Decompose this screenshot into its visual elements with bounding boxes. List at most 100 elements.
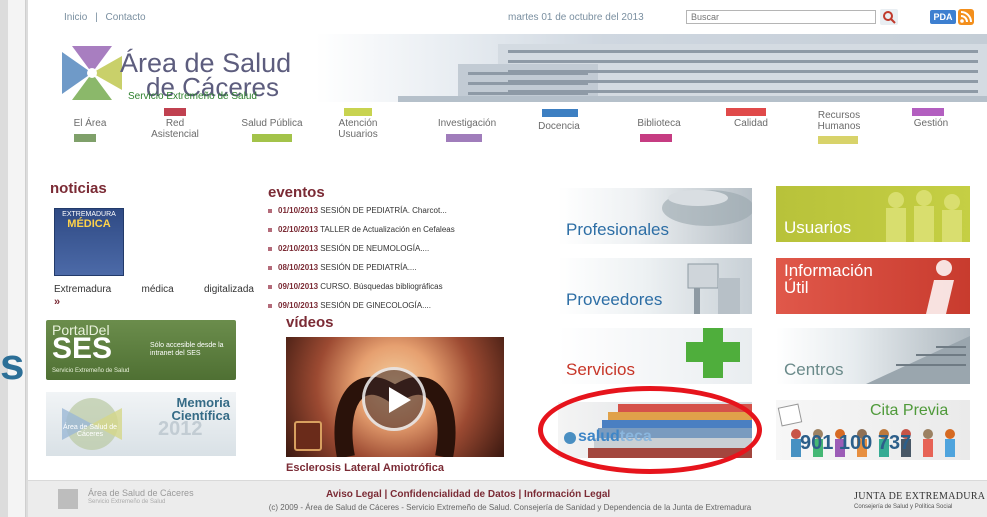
nav-item-gestion[interactable]: Gestión [896,108,966,129]
top-links: Inicio | Contacto [64,12,146,23]
nav-item-recursos-humanos[interactable]: Recursos Humanos [804,110,874,144]
header-banner: Área de Salud de Cáceres Servicio Extrem… [28,34,987,102]
nav-label: Salud Pública [241,118,303,129]
nav-item-atencion-usuarios[interactable]: Atención Usuarios [328,108,388,140]
event-date: 02/10/2013 [278,244,319,253]
event-date: 01/10/2013 [278,206,319,215]
portal-footer: Servicio Extremeño de Salud [52,368,130,374]
tile-label: Información Útil [784,262,873,296]
bullet [268,265,272,270]
event-date: 09/10/2013 [278,282,319,291]
tile-servicios[interactable]: Servicios [558,328,752,384]
portal-ses-banner[interactable]: PortalDel SES Sólo accesible desde la in… [46,320,236,380]
cover-header: EXTREMADURA [62,211,116,218]
current-date: martes 01 de octubre del 2013 [508,12,644,23]
tile-label-line2: Útil [784,278,809,297]
tile-label-line1: Información [784,261,873,280]
tile-informacion-util[interactable]: Información Útil [776,258,970,314]
cita-phone: 901 100 737 [800,432,912,454]
nav-item-calidad[interactable]: Calidad [716,108,786,129]
link-inicio[interactable]: Inicio [64,12,87,23]
portal-note: Sólo accesible desde la intranet del SES [150,342,224,357]
event-item[interactable]: 09/10/2013 CURSO. Búsquedas bibliográfic… [268,282,538,301]
tile-centros[interactable]: Centros [776,328,970,384]
left-edge-panel [8,0,26,517]
footer-legal-links[interactable]: Aviso Legal | Confidencialidad de Datos … [326,489,610,500]
nav-item-biblioteca[interactable]: Biblioteca [624,118,694,142]
news-item-text[interactable]: Extremadura médica digitalizada [54,284,254,295]
junta-extremadura-logo: JUNTA DE EXTREMADURA [854,491,986,502]
red-highlight-ring [538,386,762,474]
tile-label: Profesionales [566,220,670,239]
nav-color-bar [542,109,578,117]
bullet [268,208,272,213]
nav-label: Docencia [538,121,580,132]
footer-logo-icon [58,489,78,509]
event-text: CURSO. Búsquedas bibliográficas [320,282,443,291]
tile-label: Proveedores [566,290,663,309]
main-nav: El Área Red Asistencial Salud Pública At… [28,104,987,150]
event-text: SESIÓN DE NEUMOLOGÍA.... [320,244,430,253]
search-input[interactable] [686,10,876,24]
events-section-title: eventos [268,184,325,201]
pda-button[interactable]: PDA [930,10,956,24]
tile-label: Usuarios [784,218,852,237]
nav-color-bar [74,134,96,142]
search-icon [880,9,898,25]
nav-label: Investigación [437,118,497,129]
bullet [268,227,272,232]
nav-label: Calidad [734,118,768,129]
link-contacto[interactable]: Contacto [106,12,146,23]
event-date: 09/10/2013 [278,301,319,310]
nav-item-el-area[interactable]: El Área [60,118,120,142]
nav-label: Atención Usuarios [338,118,378,140]
nav-label: Red Asistencial [151,118,199,140]
nav-item-red-asistencial[interactable]: Red Asistencial [140,108,210,140]
memoria-cientifica-banner[interactable]: Memoria Científica 2012 Área de Salud de… [46,392,236,456]
videos-section-title: vídeos [286,314,334,331]
nav-label: Gestión [913,118,949,129]
tile-usuarios[interactable]: Usuarios [776,186,970,242]
portal-line2: SES [52,332,113,365]
footer-area-name: Área de Salud de Cáceres [88,488,194,498]
nav-item-investigacion[interactable]: Investigación [422,118,512,142]
footer: Área de Salud de Cáceres Servicio Extrem… [28,480,987,517]
video-player[interactable] [286,337,504,457]
area-logo-icon [62,46,122,100]
memoria-badge: Área de Salud de Cáceres [62,424,118,438]
footer-area-sub: Servicio Extremeño de Salud [88,499,166,505]
bullet [268,303,272,308]
nav-color-bar [912,108,944,116]
tile-proveedores[interactable]: Proveedores [558,258,752,314]
search-button[interactable] [880,9,898,25]
memoria-year: 2012 [158,418,203,440]
event-item[interactable]: 02/10/2013 SESIÓN DE NEUMOLOGÍA.... [268,244,538,263]
events-list: 01/10/2013 SESIÓN DE PEDIATRÍA. Charcot.… [268,206,538,320]
event-text: SESIÓN DE PEDIATRÍA.... [320,263,417,272]
event-item[interactable]: 02/10/2013 TALLER de Actualización en Ce… [268,225,538,244]
cover-title: MÉDICA [67,218,111,230]
nav-item-docencia[interactable]: Docencia [524,109,594,132]
play-button-icon[interactable] [362,367,426,431]
rss-icon[interactable] [958,9,974,25]
nav-color-bar [726,108,766,116]
news-more-link[interactable]: » [54,296,60,308]
event-item[interactable]: 08/10/2013 SESIÓN DE PEDIATRÍA.... [268,263,538,282]
news-section-title: noticias [50,180,107,197]
nav-label: Biblioteca [637,118,681,129]
cita-previa-label: Cita Previa [870,402,949,419]
tile-cita-previa[interactable]: Cita Previa 901 100 737 [776,400,970,460]
logo-subtitle: Servicio Extremeño de Salud [128,91,257,102]
nav-color-bar [818,136,858,144]
tile-profesionales[interactable]: Profesionales [558,188,752,244]
footer-copyright: (c) 2009 - Área de Salud de Cáceres - Se… [268,503,752,512]
university-emblem-icon [294,421,322,451]
event-item[interactable]: 01/10/2013 SESIÓN DE PEDIATRÍA. Charcot.… [268,206,538,225]
news-cover-image[interactable]: EXTREMADURA MÉDICA [54,208,124,276]
left-edge-strip: s [0,0,28,517]
nav-color-bar [640,134,672,142]
video-caption[interactable]: Esclerosis Lateral Amiotrófica [286,462,444,474]
event-date: 02/10/2013 [278,225,319,234]
event-date: 08/10/2013 [278,263,319,272]
nav-item-salud-publica[interactable]: Salud Pública [232,118,312,142]
